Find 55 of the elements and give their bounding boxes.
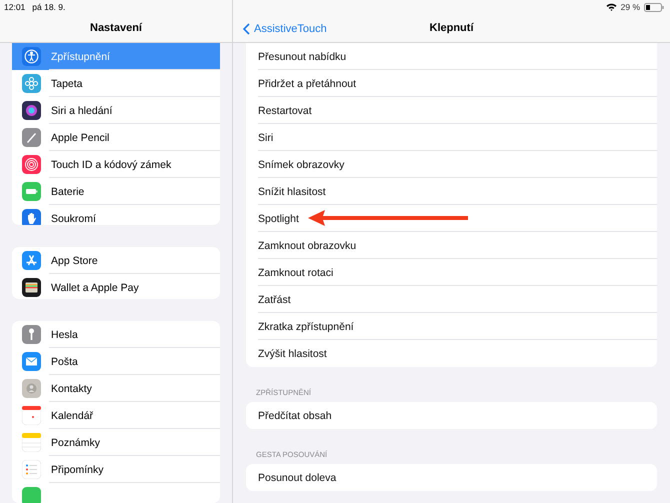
sidebar-item[interactable]: Siri a hledání [12,97,220,124]
sidebar-item-label: Hesla [51,328,78,340]
app-icon [22,460,41,479]
battery-percent: 29 % [620,2,640,12]
action-option[interactable]: Předčítat obsah [246,402,657,429]
sidebar-item[interactable]: Wallet a Apple Pay [12,274,220,299]
sidebar-item[interactable]: Kalendář [12,402,220,429]
status-time: 12:01 [4,2,26,12]
action-option[interactable]: Zamknout rotaci [246,259,657,286]
sidebar-item[interactable]: Soukromí [12,205,220,225]
wifi-icon [606,3,617,11]
sidebar-item[interactable]: Kontakty [12,375,220,402]
back-button[interactable]: AssistiveTouch [243,23,327,35]
sidebar-item[interactable]: Pošta [12,348,220,375]
action-option[interactable]: Restartovat [246,97,657,124]
sidebar-title: Nastavení [90,22,142,34]
page-title: Klepnutí [430,22,474,34]
action-option[interactable]: Přesunout nabídku [246,43,657,70]
action-option[interactable]: Siri [246,124,657,151]
sidebar-item-label: Zpřístupnění [51,50,110,62]
sidebar-item-label: Touch ID a kódový zámek [51,158,172,170]
action-option[interactable]: Snímek obrazovky [246,151,657,178]
sidebar-item-label: App Store [51,254,98,266]
sidebar-item-label: Apple Pencil [51,132,110,144]
action-option[interactable]: Zatřást [246,286,657,313]
action-option[interactable]: Zkratka zpřístupnění [246,313,657,340]
battery-icon [644,2,664,12]
sidebar-item-label: Kontakty [51,382,92,394]
sidebar-item-label: Siri a hledání [51,104,112,116]
app-icon [22,433,41,452]
action-option[interactable]: Spotlight [246,205,657,232]
sidebar-item[interactable]: Baterie [12,178,220,205]
sidebar-item[interactable]: Poznámky [12,429,220,456]
app-icon [22,406,41,425]
sidebar-item-label: Wallet a Apple Pay [51,282,139,294]
status-date: pá 18. 9. [32,2,66,12]
sidebar-item[interactable]: Apple Pencil [12,124,220,151]
action-option[interactable]: Zvýšit hlasitost [246,340,657,367]
sidebar-item-label: Kalendář [51,410,94,422]
action-option[interactable]: Posunout doleva [246,464,657,491]
chevron-left-icon [243,23,250,35]
sidebar-item-label: Připomínky [51,464,104,476]
sidebar-item[interactable]: App Store [12,247,220,274]
sidebar-item-label: Baterie [51,186,84,198]
sidebar-item[interactable]: Tapeta [12,70,220,97]
sidebar-item[interactable]: Hesla [12,321,220,348]
sidebar-item-label: Pošta [51,356,78,368]
action-option[interactable]: Zamknout obrazovku [246,232,657,259]
sidebar-item[interactable]: Připomínky [12,456,220,483]
sidebar-item-label: Soukromí [51,212,96,224]
sidebar-item-label: Tapeta [51,78,83,90]
sidebar-item[interactable]: Touch ID a kódový zámek [12,151,220,178]
action-option[interactable]: Snížit hlasitost [246,178,657,205]
action-option[interactable]: Přidržet a přetáhnout [246,70,657,97]
sidebar-item-label: Poznámky [51,436,100,448]
